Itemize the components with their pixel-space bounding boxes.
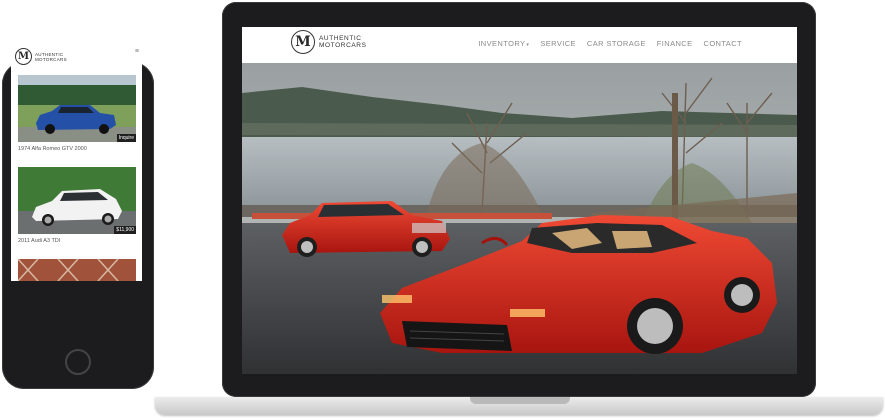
nav-service[interactable]: SERVICE: [540, 39, 576, 48]
listing-image[interactable]: [18, 259, 136, 281]
phone-home-button[interactable]: [65, 349, 91, 375]
mobile-logo-mark: M: [15, 48, 32, 65]
listing-price-tag: $11,900: [114, 226, 136, 234]
phone-screen: M AUTHENTIC MOTORCARS ≡ Inquire 1974 Alf…: [11, 44, 142, 281]
mobile-logo[interactable]: M AUTHENTIC MOTORCARS: [15, 48, 67, 65]
logo-mark: M: [291, 30, 315, 54]
mobile-logo-line-1: AUTHENTIC: [35, 51, 64, 57]
nav-inventory-label: INVENTORY: [478, 39, 526, 48]
site-header: M AUTHENTIC MOTORCARS INVENTORY▾ SERVICE…: [242, 27, 797, 63]
laptop-screen: M AUTHENTIC MOTORCARS INVENTORY▾ SERVICE…: [242, 27, 797, 374]
logo-text: AUTHENTIC MOTORCARS: [319, 35, 367, 49]
listing-card[interactable]: [18, 259, 136, 281]
nav-car-storage[interactable]: CAR STORAGE: [587, 39, 646, 48]
listing-card[interactable]: Inquire 1974 Alfa Romeo GTV 2000: [18, 75, 136, 152]
brick-thumbnail: [18, 259, 136, 281]
listing-image[interactable]: Inquire: [18, 75, 136, 142]
nav-finance[interactable]: FINANCE: [657, 39, 693, 48]
nav-inventory[interactable]: INVENTORY▾: [478, 39, 529, 48]
chevron-down-icon: ▾: [526, 42, 530, 48]
logo-line-2: MOTORCARS: [319, 42, 367, 49]
mobile-header: M AUTHENTIC MOTORCARS ≡: [11, 44, 142, 70]
hamburger-icon[interactable]: ≡: [135, 48, 139, 55]
mobile-logo-line-2: MOTORCARS: [35, 56, 67, 62]
nav-contact[interactable]: CONTACT: [704, 39, 743, 48]
audi-thumbnail: [18, 167, 136, 234]
laptop-notch: [470, 397, 570, 404]
listing-tag: Inquire: [116, 134, 136, 142]
listing-image[interactable]: $11,900: [18, 167, 136, 234]
logo-line-1: AUTHENTIC: [319, 35, 362, 42]
listing-caption[interactable]: 1974 Alfa Romeo GTV 2000: [18, 146, 136, 152]
main-nav: INVENTORY▾ SERVICE CAR STORAGE FINANCE C…: [478, 39, 742, 48]
listing-card[interactable]: $11,900 2011 Audi A3 TDI: [18, 167, 136, 244]
listing-caption[interactable]: 2011 Audi A3 TDI: [18, 238, 136, 244]
mobile-logo-text: AUTHENTIC MOTORCARS: [35, 52, 67, 62]
site-logo[interactable]: M AUTHENTIC MOTORCARS: [291, 30, 367, 54]
alfa-romeo-thumbnail: [18, 75, 136, 142]
hero-image: [242, 63, 797, 374]
